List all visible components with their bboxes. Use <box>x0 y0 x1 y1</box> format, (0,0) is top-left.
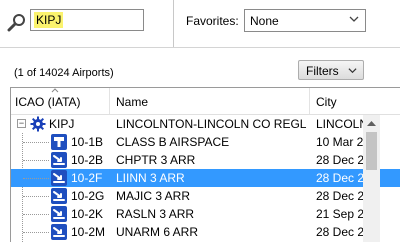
sort-ascending-icon <box>51 88 59 93</box>
chart-name: CLASS B AIRSPACE <box>116 135 230 149</box>
chart-row[interactable]: 10-2F LIINN 3 ARR 28 Dec 20 <box>11 169 400 187</box>
favorites-selected-value: None <box>250 14 279 28</box>
arrival-chart-icon <box>51 224 67 240</box>
arrival-chart-icon <box>51 170 67 186</box>
search-icon <box>7 14 25 32</box>
column-divider[interactable] <box>309 88 310 114</box>
airspace-chart-icon <box>51 134 67 150</box>
column-header-name[interactable]: Name <box>116 95 148 109</box>
favorites-label: Favorites: <box>186 14 239 28</box>
column-header-city[interactable]: City <box>316 95 337 109</box>
chart-code: 10-2K <box>71 207 104 221</box>
tree-line <box>23 232 49 233</box>
tree-line <box>23 178 49 179</box>
chart-name: MAJIC 3 ARR <box>116 189 191 203</box>
chart-row[interactable]: 10-2M UNARM 6 ARR 28 Dec 20 <box>11 223 400 241</box>
chart-date: 10 Mar 20 <box>316 135 371 149</box>
tree-line <box>23 160 49 161</box>
chevron-down-icon <box>348 68 357 74</box>
chart-code: 10-1B <box>71 135 104 149</box>
search-input-value: KIPJ <box>34 12 64 28</box>
chart-name: RASLN 3 ARR <box>116 207 195 221</box>
chart-row[interactable]: 10-2B CHPTR 3 ARR 28 Dec 20 <box>11 151 400 169</box>
search-input[interactable]: KIPJ <box>30 9 144 31</box>
chart-code: 10-2B <box>71 153 104 167</box>
column-header-row: ICAO (IATA) Name City <box>11 88 400 115</box>
airport-count-text: (1 of 14024 Airports) <box>14 67 114 79</box>
arrival-chart-icon <box>51 206 67 222</box>
chart-name: CHPTR 3 ARR <box>116 153 196 167</box>
collapse-toggle-glyph: − <box>18 118 25 128</box>
arrival-chart-icon <box>51 188 67 204</box>
header-divider <box>0 47 400 48</box>
tree-line <box>23 214 49 215</box>
airport-chart-list[interactable]: ICAO (IATA) Name City − KIPJ LINCOLNTON-… <box>10 87 400 242</box>
tree-line <box>23 196 49 197</box>
scroll-up-arrow-icon[interactable] <box>367 120 376 126</box>
chart-name: LIINN 3 ARR <box>116 171 185 185</box>
favorites-dropdown[interactable]: None <box>244 9 366 32</box>
airport-code: KIPJ <box>49 117 75 131</box>
airport-gear-icon <box>30 116 46 132</box>
chart-name: UNARM 6 ARR <box>116 225 199 239</box>
arrival-chart-icon <box>51 152 67 168</box>
airport-row[interactable]: − KIPJ LINCOLNTON-LINCOLN CO REGL LINCOL… <box>11 115 400 133</box>
airport-name: LINCOLNTON-LINCOLN CO REGL <box>116 117 307 131</box>
vertical-scrollbar[interactable] <box>363 115 380 242</box>
chart-code: 10-2F <box>71 171 103 185</box>
chart-row[interactable]: 10-2K RASLN 3 ARR 21 Sep 20 <box>11 205 400 223</box>
toolbar-divider <box>173 0 174 47</box>
filters-button-label: Filters <box>306 64 339 78</box>
tree-line <box>23 142 49 143</box>
column-header-icao[interactable]: ICAO (IATA) <box>15 95 81 109</box>
scrollbar-thumb[interactable] <box>366 132 377 170</box>
filters-button[interactable]: Filters <box>298 60 364 80</box>
chart-code: 10-2G <box>71 189 105 203</box>
column-divider[interactable] <box>109 88 110 114</box>
chart-row[interactable]: 10-2G MAJIC 3 ARR 28 Dec 20 <box>11 187 400 205</box>
chart-code: 10-2M <box>71 225 106 239</box>
chevron-down-icon <box>349 16 359 22</box>
collapse-toggle[interactable]: − <box>17 119 26 128</box>
chart-row[interactable]: 10-1B CLASS B AIRSPACE 10 Mar 20 <box>11 133 400 151</box>
